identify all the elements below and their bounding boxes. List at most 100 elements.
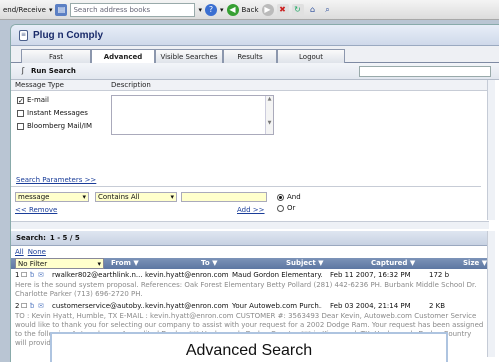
select-all-link[interactable]: All	[15, 248, 24, 256]
tab-bar: Fast Advanced Visible Searches Results L…	[11, 46, 499, 64]
tab-results[interactable]: Results	[223, 49, 277, 63]
sort-arrow-icon: ▼	[133, 259, 139, 267]
row-subject: Your Autoweb.com Purch...	[232, 302, 322, 310]
column-from[interactable]: From ▼	[111, 259, 139, 267]
row-checkbox-icon[interactable]: ☐	[21, 302, 27, 310]
results-scrollbar[interactable]	[487, 231, 495, 357]
bloomberg-box[interactable]	[17, 122, 24, 130]
row-number: 2	[15, 302, 20, 310]
address-book-icon[interactable]: ▤	[55, 3, 68, 16]
search-dropdown-icon[interactable]: ▾	[198, 6, 202, 14]
sort-arrow-icon: ▼	[409, 259, 416, 267]
email-check-icon[interactable]: ✓	[17, 96, 24, 104]
or-radio[interactable]: Or	[277, 204, 295, 212]
search-parameters-link[interactable]: Search Parameters >>	[16, 176, 96, 184]
select-none-link[interactable]: None	[28, 248, 46, 256]
tab-advanced[interactable]: Advanced	[91, 49, 155, 64]
filter-value: No Filter	[18, 259, 48, 268]
stop-icon[interactable]: ✖	[276, 3, 289, 16]
row-to: kevin.hyatt@enron.com	[145, 302, 229, 310]
outlook-toolbar: end/Receive ▾ ▤ Search address books ▾ ?…	[0, 0, 499, 20]
column-captured[interactable]: Captured ▼	[371, 259, 415, 267]
tab-visible-searches[interactable]: Visible Searches	[155, 49, 223, 63]
remove-link[interactable]: << Remove	[15, 206, 57, 214]
back-button[interactable]: Back	[242, 6, 259, 14]
results-header: Search: 1 - 5 / 5	[11, 231, 489, 246]
or-radio-dot[interactable]	[277, 204, 284, 212]
column-subject[interactable]: Subject ▼	[286, 259, 324, 267]
send-receive-button[interactable]: end/Receive	[3, 6, 46, 14]
description-textarea[interactable]: ▲ ▼	[111, 95, 274, 135]
search-web-icon[interactable]: ⌕	[322, 4, 334, 16]
criteria-header-row: Message Type Description	[11, 80, 489, 91]
search-value-input[interactable]	[181, 192, 267, 202]
table-row[interactable]: 2 ☐ ƀ ✉ customerservice@autoby... kevin.…	[11, 302, 489, 311]
caption-banner: Advanced Search	[50, 332, 448, 362]
chevron-down-icon: ▾	[82, 193, 86, 201]
envelope-icon: ✉	[38, 302, 44, 310]
row-checkbox-icon[interactable]: ☐	[21, 271, 27, 279]
run-search-button[interactable]: Run Search	[31, 67, 76, 75]
add-link[interactable]: Add >>	[237, 206, 265, 214]
attachment-icon: ƀ	[30, 302, 35, 310]
forward-icon[interactable]: ▶	[261, 3, 274, 16]
sort-arrow-icon: ▼	[212, 259, 218, 267]
row-captured: Feb 03 2004, 21:14 PM	[330, 302, 411, 310]
app-title: Plug n Comply	[33, 29, 103, 41]
refresh-icon[interactable]: ↻	[291, 3, 304, 16]
back-arrow-icon[interactable]: ◀	[226, 3, 239, 16]
description-scrollbar[interactable]: ▲ ▼	[265, 96, 273, 134]
search-placeholder: Search address books	[73, 5, 151, 14]
column-size[interactable]: Size ▼	[463, 259, 487, 267]
operator-select-value: Contains All	[98, 193, 140, 201]
home-icon[interactable]: ⌂	[307, 4, 319, 16]
description-header: Description	[111, 81, 151, 89]
instant-messages-checkbox[interactable]: Instant Messages	[17, 109, 88, 117]
results-label: Search:	[16, 234, 46, 242]
envelope-icon: ✉	[38, 271, 44, 279]
table-row[interactable]: 1 ☐ ƀ ✉ rwalker802@earthlink.n... kevin.…	[11, 271, 489, 280]
address-search-input[interactable]: Search address books	[70, 2, 196, 17]
field-select[interactable]: message ▾	[15, 192, 89, 202]
and-radio-dot[interactable]	[277, 193, 284, 201]
column-to[interactable]: To ▼	[201, 259, 217, 267]
criteria-horizontal-scrollbar[interactable]	[11, 221, 489, 229]
tab-logout[interactable]: Logout	[277, 49, 345, 63]
help-icon[interactable]: ?	[204, 3, 217, 16]
results-grid-header: No Filter ▾ From ▼ To ▼ Subject ▼ Captur…	[11, 258, 489, 269]
email-checkbox[interactable]: ✓ E-mail	[17, 96, 49, 104]
column-captured-label: Captured	[371, 259, 408, 267]
operator-select[interactable]: Contains All ▾	[95, 192, 177, 202]
instant-messages-label: Instant Messages	[27, 109, 88, 117]
instant-messages-box[interactable]	[17, 109, 24, 117]
filter-select[interactable]: No Filter ▾	[15, 258, 104, 269]
criteria-scrollbar[interactable]	[487, 80, 495, 220]
bloomberg-label: Bloomberg Mail/IM	[27, 122, 92, 130]
plug-n-comply-window: ≡ Plug n Comply Fast Advanced Visible Se…	[10, 24, 499, 362]
run-search-icon[interactable]: ʃ	[19, 65, 27, 77]
and-label: And	[287, 193, 301, 201]
row-to: kevin.hyatt@enron.com	[145, 271, 229, 279]
caption-text: Advanced Search	[185, 342, 313, 359]
results-range: 1 - 5 / 5	[49, 234, 80, 242]
column-subject-label: Subject	[286, 259, 316, 267]
and-radio[interactable]: And	[277, 193, 301, 201]
criteria-pane: Message Type Description ✓ E-mail Instan…	[11, 80, 489, 221]
bloomberg-checkbox[interactable]: Bloomberg Mail/IM	[17, 122, 92, 130]
attachment-icon: ƀ	[30, 271, 35, 279]
or-label: Or	[287, 204, 296, 212]
column-to-label: To	[201, 259, 210, 267]
tab-fast[interactable]: Fast	[21, 49, 91, 63]
run-search-bar: ʃ Run Search	[11, 63, 499, 80]
email-label: E-mail	[27, 96, 49, 104]
message-type-header: Message Type	[15, 81, 64, 89]
options-icon[interactable]: ▾	[220, 6, 224, 14]
chevron-down-icon: ▾	[170, 193, 174, 201]
row-captured: Feb 11 2007, 16:32 PM	[330, 271, 411, 279]
row-snippet: Here is the sound system proposal. Refer…	[15, 281, 477, 298]
row-size: 172 b	[429, 271, 450, 279]
select-links: All None	[15, 248, 46, 256]
search-name-input[interactable]	[359, 66, 491, 77]
row-from: customerservice@autoby...	[52, 302, 144, 310]
dropdown-arrow-icon[interactable]: ▾	[49, 6, 53, 14]
